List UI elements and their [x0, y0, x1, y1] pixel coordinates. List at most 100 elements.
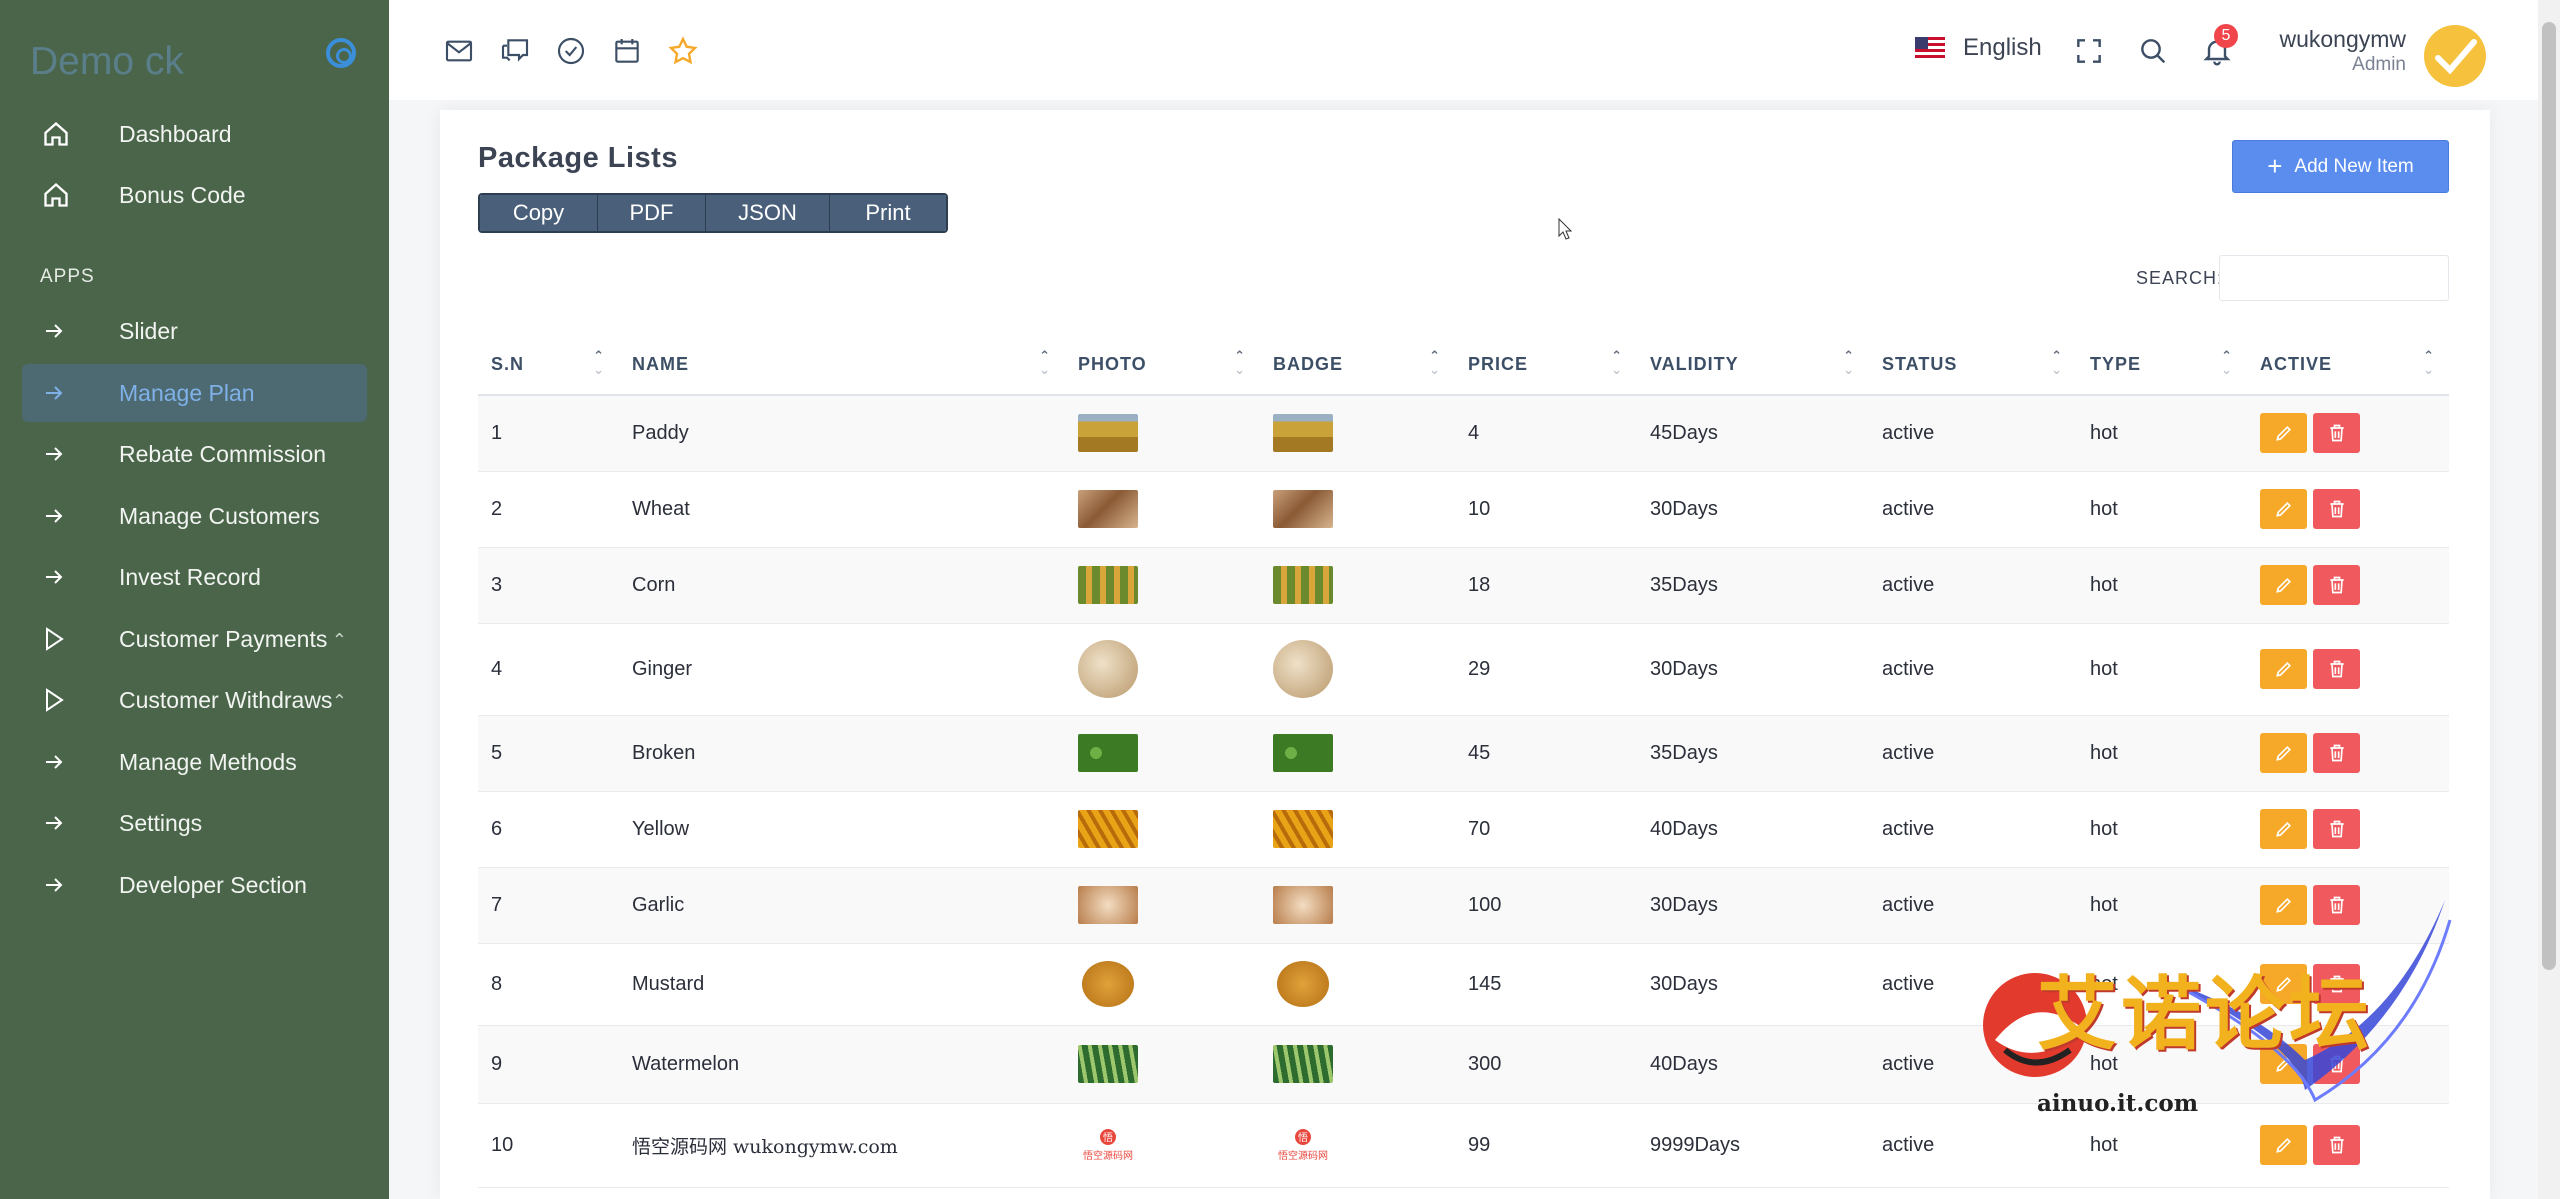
- package-photo: [1078, 886, 1138, 924]
- fullscreen-icon[interactable]: [2073, 35, 2105, 67]
- user-name[interactable]: wukongymw: [2272, 26, 2406, 53]
- copy-button[interactable]: Copy: [480, 195, 598, 231]
- edit-button[interactable]: [2260, 809, 2307, 849]
- column-header-sn[interactable]: S.N ⌃ ⌄: [478, 335, 619, 396]
- column-header-price[interactable]: PRICE ⌃ ⌄: [1455, 335, 1637, 396]
- cell-price: 145: [1455, 943, 1637, 1026]
- add-new-item-button[interactable]: + Add New Item: [2232, 140, 2449, 193]
- delete-button[interactable]: [2313, 649, 2360, 689]
- cell-photo: [1065, 547, 1260, 624]
- sort-icon: ⌃ ⌄: [2221, 348, 2233, 377]
- sidebar-item-label: Customer Payments: [119, 625, 328, 652]
- edit-button[interactable]: [2260, 1125, 2307, 1165]
- brand-logo[interactable]: Demo ck: [30, 40, 184, 84]
- print-button[interactable]: Print: [830, 195, 946, 231]
- search-icon[interactable]: [2137, 35, 2169, 67]
- cell-name: Yellow: [619, 791, 1065, 868]
- column-header-name[interactable]: NAME ⌃ ⌄: [619, 335, 1065, 396]
- column-header-photo[interactable]: PHOTO ⌃ ⌄: [1065, 335, 1260, 396]
- chevron-up-icon: ⌃: [331, 691, 347, 711]
- sidebar-item-settings[interactable]: Settings: [22, 794, 367, 852]
- delete-button[interactable]: [2313, 413, 2360, 454]
- cell-name: Garlic: [619, 867, 1065, 944]
- mouse-cursor-icon: [1558, 218, 1572, 240]
- sidebar-item-manage-customers[interactable]: Manage Customers: [22, 487, 367, 545]
- sidebar-item-manage-methods[interactable]: Manage Methods: [22, 733, 367, 791]
- cell-validity: 9999Days: [1637, 1103, 1869, 1188]
- calendar-icon[interactable]: [611, 35, 643, 67]
- package-photo: [1078, 734, 1138, 772]
- pdf-button[interactable]: PDF: [598, 195, 706, 231]
- sort-icon: ⌃ ⌄: [1843, 348, 1855, 377]
- sidebar-item-manage-plan[interactable]: Manage Plan: [22, 364, 367, 422]
- column-header-validity[interactable]: VALIDITY ⌃ ⌄: [1637, 335, 1869, 396]
- delete-button[interactable]: [2313, 733, 2360, 773]
- home-icon: [42, 120, 82, 148]
- page-scrollbar[interactable]: [2538, 0, 2560, 1199]
- sidebar-item-rebate-commission[interactable]: Rebate Commission: [22, 425, 367, 483]
- cell-badge: [1260, 623, 1455, 716]
- column-header-badge[interactable]: BADGE ⌃ ⌄: [1260, 335, 1455, 396]
- trash-icon: [2329, 744, 2344, 762]
- sidebar-item-bonus-code[interactable]: Bonus Code: [22, 166, 367, 224]
- cell-validity: 30Days: [1637, 943, 1869, 1026]
- sidebar-item-dashboard[interactable]: Dashboard: [22, 105, 367, 163]
- sidebar-item-customer-withdraws[interactable]: Customer Withdraws ⌃: [22, 671, 367, 729]
- scrollbar-thumb[interactable]: [2542, 22, 2556, 970]
- search-input[interactable]: [2219, 255, 2449, 301]
- user-role: Admin: [2352, 54, 2406, 75]
- package-badge: [1273, 566, 1333, 604]
- logo-icon: 悟空源码网: [1278, 1150, 1328, 1162]
- cell-photo: 悟悟空源码网: [1065, 1103, 1260, 1188]
- chat-icon[interactable]: [499, 35, 531, 67]
- cell-photo: [1065, 623, 1260, 716]
- edit-button[interactable]: [2260, 489, 2307, 529]
- delete-button[interactable]: [2313, 809, 2360, 849]
- edit-button[interactable]: [2260, 565, 2307, 605]
- sidebar-item-label: Bonus Code: [119, 181, 246, 208]
- mail-icon[interactable]: [443, 35, 475, 67]
- cell-sn: 10: [478, 1103, 619, 1188]
- sidebar-item-label: Manage Plan: [119, 379, 255, 406]
- cell-price: 4: [1455, 395, 1637, 472]
- nav-section-apps: APPS: [40, 266, 95, 287]
- sidebar-item-invest-record[interactable]: Invest Record: [22, 548, 367, 606]
- cell-badge: 悟悟空源码网: [1260, 1103, 1455, 1188]
- cell-price: 300: [1455, 1025, 1637, 1104]
- sidebar-item-slider[interactable]: Slider: [22, 302, 367, 360]
- pencil-icon: [2275, 1137, 2291, 1153]
- cell-status: active: [1869, 471, 2077, 548]
- edit-button[interactable]: [2260, 413, 2307, 454]
- package-photo: [1078, 640, 1138, 698]
- edit-button[interactable]: [2260, 733, 2307, 773]
- edit-button[interactable]: [2260, 649, 2307, 689]
- table-row: 5 Broken 45 35Days active hot: [478, 715, 2449, 792]
- sidebar-item-developer-section[interactable]: Developer Section: [22, 856, 367, 914]
- check-circle-icon[interactable]: [555, 35, 587, 67]
- delete-button[interactable]: [2313, 1125, 2360, 1165]
- column-header-status[interactable]: STATUS ⌃ ⌄: [1869, 335, 2077, 396]
- language-label: English: [1963, 34, 2042, 61]
- cell-name: Corn: [619, 547, 1065, 624]
- cell-sn: 3: [478, 547, 619, 624]
- json-button[interactable]: JSON: [706, 195, 830, 231]
- avatar[interactable]: [2424, 25, 2486, 87]
- language-selector[interactable]: English: [1915, 34, 2042, 62]
- table-row: 1 Paddy 4 45Days active hot: [478, 395, 2449, 472]
- sidebar-toggle-icon[interactable]: [326, 38, 356, 68]
- arrow-right-icon: [42, 504, 82, 528]
- cell-sn: 9: [478, 1025, 619, 1104]
- watermark: 艾诺论坛 ainuo.it.com: [1975, 900, 2455, 1130]
- add-new-item-label: Add New Item: [2294, 155, 2414, 177]
- sidebar-item-customer-payments[interactable]: Customer Payments ⌃: [22, 610, 367, 668]
- delete-button[interactable]: [2313, 489, 2360, 529]
- cell-photo: [1065, 867, 1260, 944]
- star-icon[interactable]: [667, 35, 699, 67]
- table-row: 2 Wheat 10 30Days active hot: [478, 471, 2449, 548]
- cell-sn: 1: [478, 395, 619, 472]
- pencil-icon: [2275, 577, 2291, 593]
- delete-button[interactable]: [2313, 565, 2360, 605]
- column-header-active[interactable]: ACTIVE ⌃ ⌄: [2247, 335, 2449, 396]
- cell-actions: [2247, 395, 2449, 472]
- column-header-type[interactable]: TYPE ⌃ ⌄: [2077, 335, 2247, 396]
